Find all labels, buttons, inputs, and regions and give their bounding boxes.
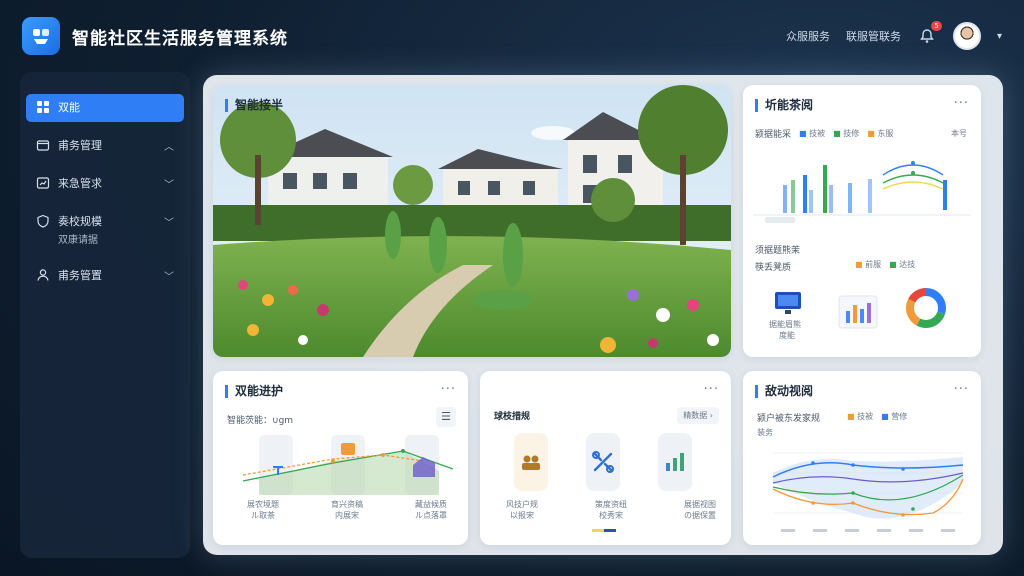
sidebar-item-label: 奏校规模 <box>58 215 102 228</box>
chevron-down-icon[interactable]: ﹀ <box>164 214 174 229</box>
maintenance-item-label: 藏益候质 <box>415 500 447 509</box>
user-avatar[interactable] <box>952 22 981 50</box>
services-tag-button[interactable]: 精数据 › <box>677 407 719 424</box>
service-item-label: 展据视图 <box>684 500 716 509</box>
bar-chart-icon <box>838 295 878 329</box>
service-item-sub: の据保置 <box>684 511 716 520</box>
sidebar-item-label-group: 奏校规模 双康请据 <box>58 214 164 249</box>
grid-icon <box>37 101 49 113</box>
sidebar-item-label: 双能 <box>58 101 80 114</box>
trend-line-chart <box>772 452 964 532</box>
more-options-button[interactable]: ··· <box>441 382 456 397</box>
more-options-button[interactable]: ··· <box>954 96 969 111</box>
service-item-label: 策度资纽 <box>595 500 627 509</box>
trend-axis-note: 装务 <box>757 428 773 437</box>
chevron-down-icon[interactable]: ▾ <box>997 31 1002 42</box>
sidebar-item-scale[interactable]: 奏校规模 双康请据 ﹀ <box>26 208 184 252</box>
trend-card-title: 敌动视阅 <box>755 385 813 398</box>
bell-icon <box>920 29 934 43</box>
monitor-icon <box>775 292 801 314</box>
section2-title: 须据题熊茉 <box>755 246 801 256</box>
service-item-sub: 校秀宋 <box>599 511 623 520</box>
trend-legend: ■ 技被 ■ 营修 <box>847 412 908 421</box>
maintenance-card: 双能进护 ··· 智能茨能：∪gm ☰ 展农境题ル取茶 育兴资稿内展宋 藏益候质… <box>213 371 468 545</box>
maintenance-subtitle: 智能茨能：∪gm <box>227 416 294 426</box>
shield-icon <box>37 214 49 228</box>
maintenance-item-label: 育兴资稿 <box>331 500 363 509</box>
header-link-manage[interactable]: 联服管联务 <box>846 28 901 44</box>
legend-item: 技被 <box>857 412 874 421</box>
trend-subtitle: 颍户被东发家规 <box>757 414 821 424</box>
garden-card: 智能接半 <box>213 85 731 357</box>
maintenance-item-sub: ル取茶 <box>251 511 275 520</box>
legend-item: 东服 <box>877 129 894 138</box>
donut-chart <box>906 288 946 328</box>
tools-icon <box>586 433 620 491</box>
legend-item: 达技 <box>899 260 916 269</box>
services-card-title: 球枝措规 <box>494 412 531 422</box>
services-tag: 精数据 <box>683 411 708 420</box>
analytics-card: 圻能茶阅 ··· 颍据能采 ■ 技被 ■ 技修 ■ 东服 本号 须据题熊茉 筷丢… <box>743 85 981 357</box>
main-panel: 智能接半 圻能茶阅 ··· 颍据能采 ■ 技被 ■ 技修 ■ 东服 本号 须据题… <box>203 75 1003 555</box>
people-icon <box>514 433 548 491</box>
maintenance-item-sub: 内展宋 <box>335 511 359 520</box>
analytics-section2: 须据题熊茉 筷丢凳质 <box>755 243 800 273</box>
garden-scene-image <box>213 85 731 357</box>
menu-icon[interactable]: ☰ <box>436 407 456 427</box>
folder-icon <box>36 140 50 151</box>
legend-item: 技被 <box>809 129 826 138</box>
service-item-sub: 以报宋 <box>510 511 534 520</box>
notification-badge: 5 <box>930 21 942 31</box>
more-options-button[interactable]: ··· <box>704 382 719 397</box>
sidebar-item-home[interactable]: 双能 <box>26 94 184 122</box>
chevron-down-icon[interactable]: ﹀ <box>164 176 174 191</box>
maintenance-item-label: 展农境题 <box>247 500 279 509</box>
app-logo-icon <box>22 17 60 55</box>
section2-legend: ■ 前服 ■ 达技 <box>855 260 916 269</box>
top-bar: 智能社区生活服务管理系统 众服服务 联服管联务 5 ▾ <box>0 0 1024 72</box>
sidebar-item-service[interactable]: 甫务管理 ︿ <box>26 132 184 160</box>
services-card: 球枝措规 ··· 精数据 › 风技户规以报宋 策度资纽校秀宋 展据视图の据保置 <box>480 371 731 545</box>
maintenance-item-sub: ル点落罩 <box>415 511 447 520</box>
services-items: 风技户规以报宋 策度资纽校秀宋 展据视图の据保置 <box>506 499 716 521</box>
maintenance-items: 展农境题ル取茶 育兴资稿内展宋 藏益候质ル点落罩 <box>247 499 447 521</box>
monitor-sub: 度能 <box>779 331 795 340</box>
analytics-legend: 颍据能采 ■ 技被 ■ 技修 ■ 东服 <box>755 129 894 140</box>
analytics-card-title: 圻能茶阅 <box>755 99 813 112</box>
garden-card-title: 智能接半 <box>225 99 283 112</box>
bar-chart-icon <box>658 433 692 491</box>
sidebar-item-label: 来急管求 <box>58 177 102 190</box>
sidebar-item-label: 甫务管置 <box>58 269 102 282</box>
legend-item: 营修 <box>891 412 908 421</box>
monitor-caption: 据能眉熊 <box>769 320 801 329</box>
user-icon <box>37 269 49 281</box>
pager-dot-active[interactable] <box>604 529 616 532</box>
sidebar-item-label: 甫务管理 <box>58 139 102 152</box>
sidebar-item-sublabel[interactable]: 双康请据 <box>58 233 164 249</box>
chevron-down-icon[interactable]: ﹀ <box>164 268 174 283</box>
service-item-label: 风技户规 <box>506 500 538 509</box>
more-options-button[interactable]: ··· <box>954 382 969 397</box>
legend-item: 技修 <box>843 129 860 138</box>
maintenance-chart <box>242 435 454 495</box>
chart-box-icon <box>36 177 50 189</box>
section2-subtitle: 筷丢凳质 <box>755 263 792 273</box>
legend-item: 前服 <box>865 260 882 269</box>
header-link-service[interactable]: 众服服务 <box>786 28 830 44</box>
chart-label: 颍据能采 <box>755 130 792 140</box>
sidebar: 双能 甫务管理 ︿ 来急管求 ﹀ 奏校规模 双康请据 ﹀ 甫务管置 ﹀ <box>20 72 190 558</box>
maintenance-card-title: 双能进护 <box>225 385 283 398</box>
sidebar-item-emergency[interactable]: 来急管求 ﹀ <box>26 170 184 198</box>
notification-button[interactable]: 5 <box>917 21 942 46</box>
chevron-up-icon[interactable]: ︿ <box>164 138 174 153</box>
trend-card: 敌动视阅 ··· 颍户被东发家规 ■ 技被 ■ 营修 装务 <box>743 371 981 545</box>
analytics-bar-line-chart <box>753 161 971 223</box>
legend-right: 本号 <box>951 129 967 138</box>
sidebar-item-settings[interactable]: 甫务管置 ﹀ <box>26 262 184 290</box>
app-title: 智能社区生活服务管理系统 <box>72 28 288 49</box>
